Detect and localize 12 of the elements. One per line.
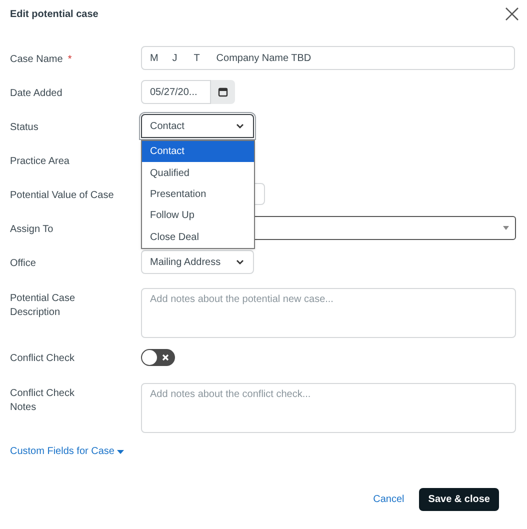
field-label: Date Added (10, 87, 62, 101)
required-mark: * (68, 54, 72, 65)
field-label: Potential Value of Case (10, 189, 114, 203)
field-label: Practice Area (10, 155, 70, 169)
field-label: Status (10, 121, 38, 135)
field-label: Conflict Check (10, 352, 74, 366)
dialog-title: Edit potential case (10, 8, 98, 22)
field-label: Assign To (10, 223, 54, 237)
field-label: Office (10, 257, 36, 271)
field-label: Conflict Check Notes (10, 387, 76, 415)
field-label: Case Name (10, 53, 63, 67)
field-label: Potential Case Description (10, 292, 76, 320)
